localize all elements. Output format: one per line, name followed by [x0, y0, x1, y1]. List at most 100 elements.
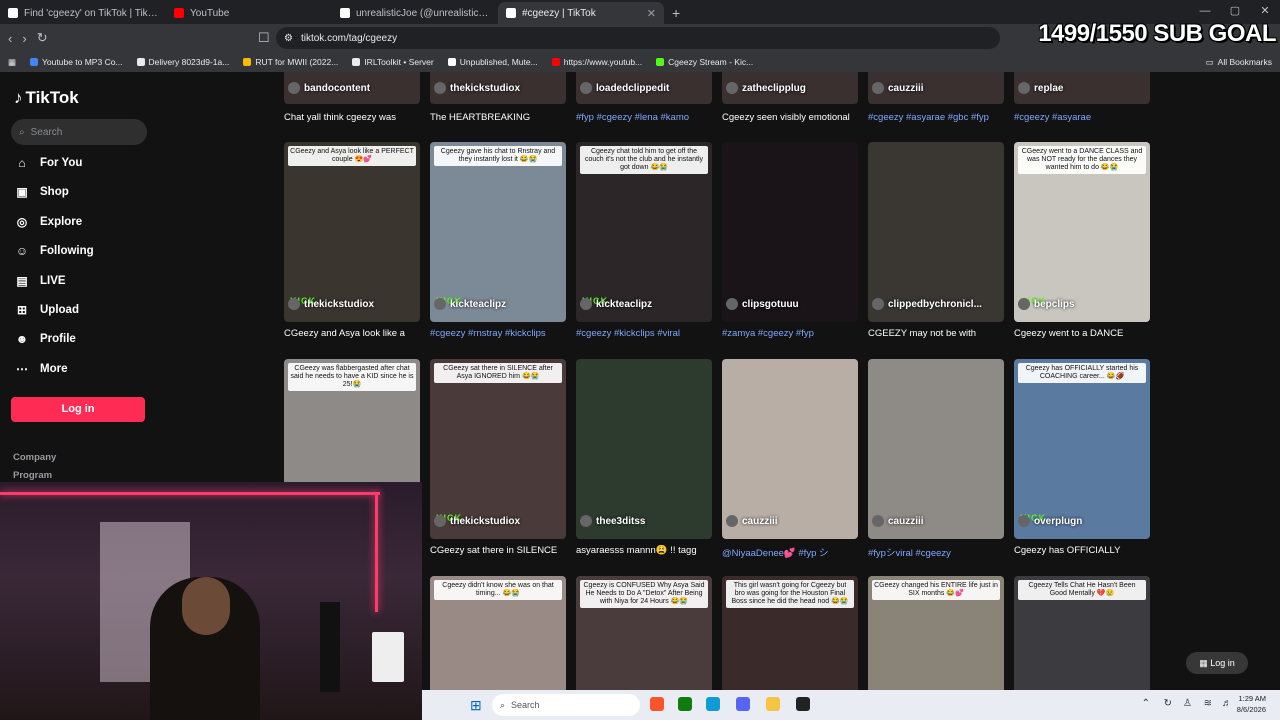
video-author[interactable]: bandocontent — [284, 82, 420, 94]
video-thumbnail[interactable] — [868, 359, 1004, 539]
video-thumbnail[interactable]: This girl wasn't going for Cgeezy but br… — [722, 576, 858, 700]
new-tab-icon[interactable]: + — [664, 2, 688, 24]
video-description[interactable]: #cgeezy #asyarae #gbc #fyp — [868, 112, 1014, 123]
video-author[interactable]: cauzziii — [868, 515, 1004, 527]
video-description[interactable]: Chat yall think cgeezy was — [284, 112, 430, 123]
video-author[interactable]: thee3ditss — [576, 515, 712, 527]
video-card[interactable]: Cgeezy chat told him to get off the couc… — [576, 142, 712, 342]
edge-icon[interactable] — [706, 697, 720, 711]
nav-item-profile[interactable]: ☻ Profile — [14, 332, 76, 346]
browser-tab[interactable]: YouTube — [166, 2, 332, 24]
video-author[interactable]: thekickstudiox — [430, 515, 566, 527]
video-card[interactable]: Cgeezy is CONFUSED Why Asya Said He Need… — [576, 576, 712, 700]
video-thumbnail[interactable]: Cgeezy is CONFUSED Why Asya Said He Need… — [576, 576, 712, 700]
video-thumbnail[interactable] — [576, 359, 712, 539]
browser-tab[interactable]: unrealisticJoe (@unrealisticjoe) | TikT — [332, 2, 498, 24]
video-description[interactable]: #cgeezy #rnstray #kickclips — [430, 328, 576, 339]
reload-icon[interactable]: ↻ — [37, 30, 48, 46]
video-thumbnail[interactable] — [722, 359, 858, 539]
video-description[interactable]: @NiyaaDenee💕 #fyp シ — [722, 545, 868, 559]
video-card[interactable]: This girl wasn't going for Cgeezy but br… — [722, 576, 858, 700]
microphone-icon[interactable]: ♙ — [1183, 698, 1192, 709]
video-card[interactable]: Cgeezy gave his chat to Rnstray and they… — [430, 142, 566, 342]
windows-start-icon[interactable]: ⊞ — [470, 697, 482, 714]
forward-icon[interactable]: › — [22, 31, 26, 46]
video-card[interactable]: clippedbychronicl... CGEEZY may not be wi… — [868, 142, 1004, 342]
video-description[interactable]: Cgeezy went to a DANCE — [1014, 328, 1160, 339]
video-author[interactable]: zatheclipplug — [722, 82, 858, 94]
bookmark-item[interactable]: RUT for MWII (2022... — [243, 57, 338, 67]
video-thumbnail[interactable]: CGeezy went to a DANCE CLASS and was NOT… — [1014, 142, 1150, 322]
video-author[interactable]: loadedclippedit — [576, 82, 712, 94]
site-info-icon[interactable]: ⚙ — [284, 33, 293, 44]
video-author[interactable]: overplugn — [1014, 515, 1150, 527]
clock[interactable]: 1:29 AM 8/6/2026 — [1237, 693, 1266, 715]
video-card[interactable]: loadedclippedit #fyp #cgeezy #lena #kamo — [576, 72, 712, 128]
video-card[interactable]: bandocontent Chat yall think cgeezy was — [284, 72, 420, 128]
video-description[interactable]: Cgeezy has OFFICIALLY — [1014, 545, 1160, 556]
video-card[interactable]: replae #cgeezy #asyarae — [1014, 72, 1150, 128]
video-thumbnail[interactable]: CGeezy changed his ENTIRE life just in S… — [868, 576, 1004, 700]
footer-link-company[interactable]: Company — [13, 452, 56, 463]
bookmark-item[interactable]: Youtube to MP3 Co... — [30, 57, 123, 67]
video-thumbnail[interactable] — [722, 142, 858, 322]
video-card[interactable]: thekickstudiox The HEARTBREAKING — [430, 72, 566, 128]
video-thumbnail[interactable]: Cgeezy chat told him to get off the couc… — [576, 142, 712, 322]
video-card[interactable]: thee3ditss asyaraesss mannn😩 !! tagg — [576, 359, 712, 559]
video-author[interactable]: thekickstudiox — [430, 82, 566, 94]
minimize-icon[interactable]: — — [1190, 0, 1220, 22]
video-card[interactable]: cauzziii #fypシviral #cgeezy — [868, 359, 1004, 559]
nav-item-explore[interactable]: ◎ Explore — [14, 215, 82, 229]
video-card[interactable]: Cgeezy has OFFICIALLY started his COACHI… — [1014, 359, 1150, 559]
video-card[interactable]: zatheclipplug Cgeezy seen visibly emotion… — [722, 72, 858, 128]
address-bar[interactable]: ⚙ tiktok.com/tag/cgeezy — [276, 27, 1000, 49]
maximize-icon[interactable]: ▢ — [1220, 0, 1250, 22]
video-author[interactable]: kickteaclipz — [576, 298, 712, 310]
apps-icon[interactable]: ▦ — [8, 57, 16, 68]
taskbar-search[interactable]: ⌕ Search — [492, 694, 640, 716]
bookmark-icon[interactable]: ☐ — [258, 30, 270, 46]
terminal-icon[interactable] — [796, 697, 810, 711]
nav-item-more[interactable]: ⋯ More — [14, 362, 67, 376]
bookmark-item[interactable]: Delivery 8023d9-1a... — [136, 57, 229, 67]
video-description[interactable]: CGEEZY may not be with — [868, 328, 1014, 339]
search-input[interactable]: ⌕ Search — [11, 119, 147, 145]
browser-tab[interactable]: Find 'cgeezy' on TikTok | TikTok Searc — [0, 2, 166, 24]
footer-link-program[interactable]: Program — [13, 470, 52, 481]
video-author[interactable]: bepclips — [1014, 298, 1150, 310]
video-card[interactable]: CGeezy and Asya look like a PERFECT coup… — [284, 142, 420, 342]
video-description[interactable]: #cgeezy #asyarae — [1014, 112, 1160, 123]
nav-item-upload[interactable]: ⊞ Upload — [14, 303, 79, 317]
file-explorer-icon[interactable] — [766, 697, 780, 711]
bookmark-item[interactable]: Unpublished, Mute... — [447, 57, 538, 67]
refresh-icon[interactable]: ↻ — [1164, 698, 1172, 709]
video-thumbnail[interactable]: Cgeezy has OFFICIALLY started his COACHI… — [1014, 359, 1150, 539]
video-thumbnail[interactable]: Cgeezy Tells Chat He Hasn't Been Good Me… — [1014, 576, 1150, 700]
video-card[interactable]: Cgeezy Tells Chat He Hasn't Been Good Me… — [1014, 576, 1150, 700]
brave-icon[interactable] — [650, 697, 664, 711]
video-author[interactable]: cauzziii — [868, 82, 1004, 94]
bookmark-item[interactable]: https://www.youtub... — [551, 57, 642, 67]
login-button[interactable]: Log in — [11, 397, 145, 422]
video-description[interactable]: #zamya #cgeezy #fyp — [722, 328, 868, 339]
nav-item-live[interactable]: ▤ LIVE — [14, 274, 65, 288]
video-author[interactable]: thekickstudiox — [284, 298, 420, 310]
wifi-icon[interactable]: ≋ — [1204, 698, 1212, 709]
video-thumbnail[interactable]: CGeezy and Asya look like a PERFECT coup… — [284, 142, 420, 322]
nav-item-for-you[interactable]: ⌂ For You — [14, 156, 82, 170]
discord-icon[interactable] — [736, 697, 750, 711]
video-description[interactable]: CGeezy and Asya look like a — [284, 328, 430, 339]
browser-tab-active[interactable]: #cgeezy | TikTok ✕ — [498, 2, 664, 24]
video-card[interactable]: Cgeezy didn't know she was on that timin… — [430, 576, 566, 700]
video-thumbnail[interactable]: Cgeezy didn't know she was on that timin… — [430, 576, 566, 700]
bookmark-item[interactable]: IRLToolkit • Server — [352, 57, 434, 67]
video-card[interactable]: CGeezy went to a DANCE CLASS and was NOT… — [1014, 142, 1150, 342]
floating-login-button[interactable]: ▦ Log in — [1186, 652, 1248, 674]
back-icon[interactable]: ‹ — [8, 31, 12, 46]
video-description[interactable]: The HEARTBREAKING — [430, 112, 576, 123]
video-description[interactable]: #fyp #cgeezy #lena #kamo — [576, 112, 722, 123]
close-window-icon[interactable]: ✕ — [1250, 0, 1280, 22]
bookmark-item[interactable]: Cgeezy Stream - Kic... — [656, 57, 753, 67]
video-description[interactable]: #fypシviral #cgeezy — [868, 545, 1014, 559]
video-card[interactable]: cauzziii @NiyaaDenee💕 #fyp シ — [722, 359, 858, 559]
